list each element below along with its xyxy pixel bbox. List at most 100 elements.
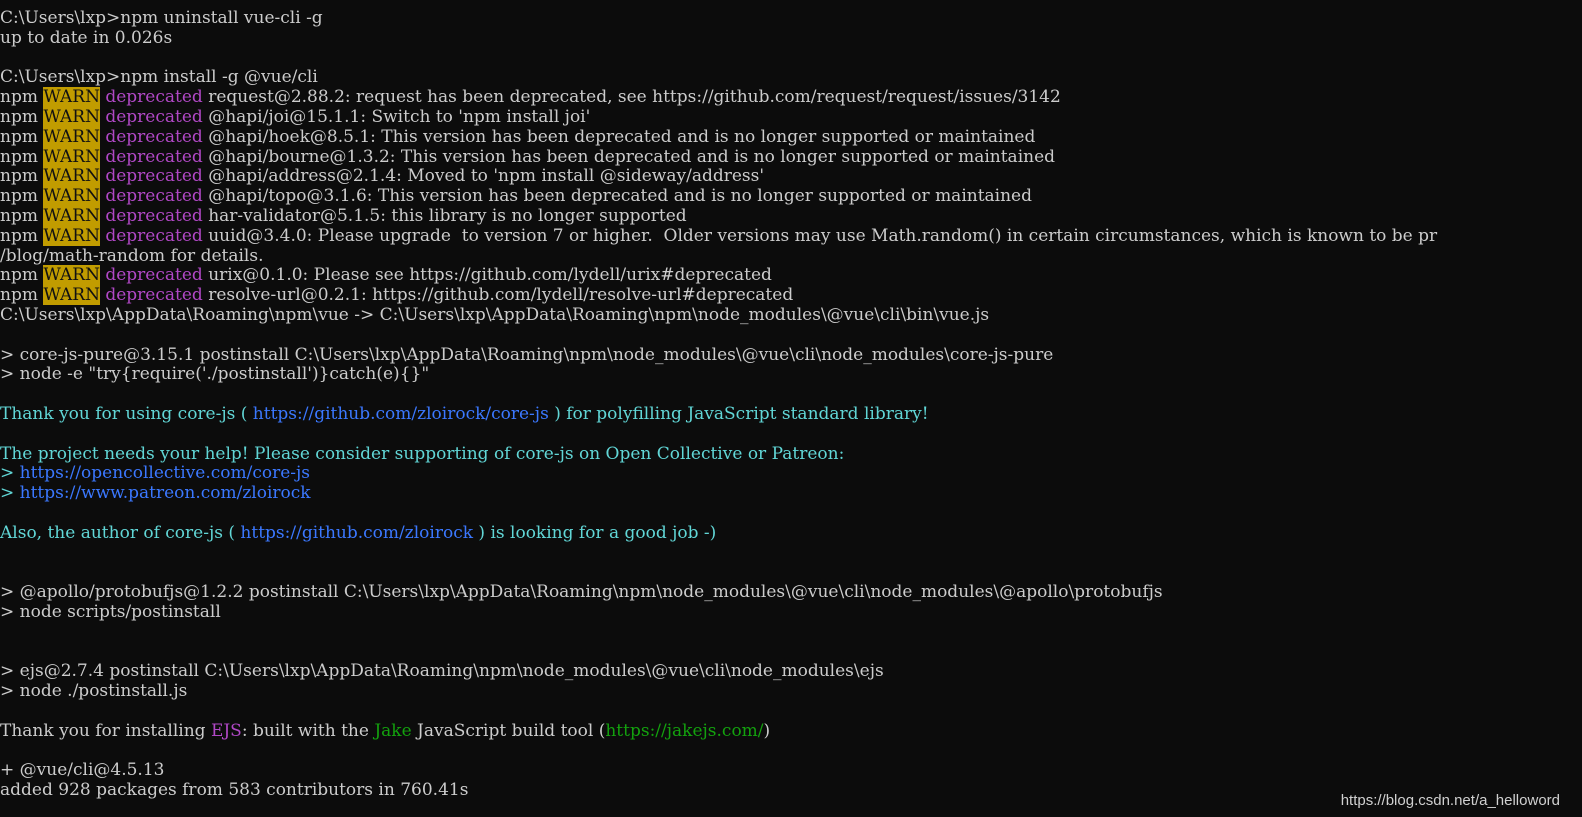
deprecated-label: deprecated [105,225,203,246]
terminal-line: Thank you for using core-js ( https://gi… [0,404,929,424]
terminal-text: @hapi/bourne@1.3.2: This version has bee… [202,146,1056,167]
warn-badge: WARN [43,166,100,187]
terminal-text: har-validator@5.1.5: this library is no … [202,206,687,226]
terminal-window[interactable]: C:\Users\lxp>npm uninstall vue-cli -g up … [0,0,1582,817]
terminal-line: > ejs@2.7.4 postinstall C:\Users\lxp\App… [0,661,884,681]
terminal-line: Also, the author of core-js ( https://gi… [0,523,716,543]
terminal-text: JavaScript build tool ( [411,720,606,741]
terminal-text: npm [0,146,44,167]
terminal-line: > https://opencollective.com/core-js [0,463,310,483]
terminal-text: @hapi/address@2.1.4: Moved to 'npm insta… [202,166,765,187]
terminal-text: @hapi/topo@3.1.6: This version has been … [202,186,1033,207]
terminal-line: npm WARN deprecated uuid@3.4.0: Please u… [0,225,1438,246]
terminal-text: > node scripts/postinstall [0,602,221,622]
terminal-line: > node scripts/postinstall [0,602,221,622]
terminal-text: npm [0,126,44,147]
terminal-text: npm [0,87,44,108]
terminal-line: npm WARN deprecated resolve-url@0.2.1: h… [0,285,794,306]
url-link[interactable]: https://opencollective.com/core-js [20,463,310,483]
terminal-text: npm [0,225,44,246]
terminal-line: npm WARN deprecated @hapi/topo@3.1.6: Th… [0,186,1033,207]
terminal-line: > node ./postinstall.js [0,681,187,701]
url-link[interactable]: https://github.com/zloirock/core-js [253,404,549,424]
terminal-text: Thank you for installing [0,720,211,741]
warn-badge: WARN [43,285,100,306]
terminal-text: /blog/math-random for details. [0,245,264,266]
terminal-text: @hapi/hoek@8.5.1: This version has been … [202,126,1036,147]
warn-badge: WARN [43,126,100,147]
terminal-line: npm WARN deprecated urix@0.1.0: Please s… [0,265,772,286]
deprecated-label: deprecated [105,166,203,187]
warn-badge: WARN [43,107,100,127]
warn-badge: WARN [43,225,100,246]
terminal-text: @hapi/joi@15.1.1: Switch to 'npm install… [202,107,591,127]
terminal-line: > core-js-pure@3.15.1 postinstall C:\Use… [0,345,1053,365]
terminal-text: up to date in 0.026s [0,27,173,48]
terminal-text: npm [0,265,44,286]
terminal-text: > node ./postinstall.js [0,681,188,702]
terminal-text: resolve-url@0.2.1: https://github.com/ly… [202,285,794,306]
jake-label: Jake [374,720,412,741]
terminal-text: ) [763,720,771,741]
terminal-text: C:\Users\lxp>npm uninstall vue-cli -g [0,8,323,28]
terminal-text: request@2.88.2: request has been depreca… [202,87,1061,108]
deprecated-label: deprecated [105,285,203,306]
terminal-text: npm [0,186,44,207]
terminal-text: The project needs your help! Please cons… [0,443,845,464]
terminal-text: Thank you for using core-js ( [0,404,253,424]
terminal-line: > node -e "try{require('./postinstall')}… [0,364,429,384]
url-link[interactable]: https://github.com/zloirock [240,523,473,543]
deprecated-label: deprecated [105,146,203,167]
warn-badge: WARN [43,146,100,167]
terminal-text: > node -e "try{require('./postinstall')}… [0,364,430,385]
terminal-line: C:\Users\lxp>npm uninstall vue-cli -g [0,8,323,28]
terminal-line: + @vue/cli@4.5.13 [0,760,164,780]
terminal-text: + @vue/cli@4.5.13 [0,760,165,781]
terminal-text: added 928 packages from 583 contributors… [0,780,469,801]
deprecated-label: deprecated [105,186,203,207]
terminal-line: npm WARN deprecated request@2.88.2: requ… [0,87,1061,108]
deprecated-label: deprecated [105,265,203,286]
jake-label: https://jakejs.com/ [605,720,764,741]
terminal-text: uuid@3.4.0: Please upgrade to version 7 … [202,225,1438,246]
terminal-line: up to date in 0.026s [0,28,172,48]
deprecated-label: deprecated [105,126,203,147]
warn-badge: WARN [43,186,100,207]
terminal-line: npm WARN deprecated @hapi/address@2.1.4:… [0,166,765,187]
deprecated-label: deprecated [105,107,203,127]
terminal-text: ) is looking for a good job -) [473,522,717,543]
ejs-label: EJS [210,720,242,741]
terminal-text: Also, the author of core-js ( [0,522,241,543]
terminal-line: npm WARN deprecated @hapi/bourne@1.3.2: … [0,146,1056,167]
terminal-text: npm [0,285,44,306]
terminal-text: > ejs@2.7.4 postinstall C:\Users\lxp\App… [0,661,884,682]
terminal-text: npm [0,107,44,127]
terminal-text: urix@0.1.0: Please see https://github.co… [202,265,772,286]
warn-badge: WARN [43,206,100,226]
terminal-text: npm [0,166,44,187]
deprecated-label: deprecated [105,87,203,108]
url-link[interactable]: https://www.patreon.com/zloirock [20,483,311,503]
terminal-text: ) for polyfilling JavaScript standard li… [548,404,929,424]
terminal-line: npm WARN deprecated @hapi/joi@15.1.1: Sw… [0,107,590,127]
terminal-text: C:\Users\lxp\AppData\Roaming\npm\vue -> … [0,305,990,325]
terminal-line: /blog/math-random for details. [0,246,264,266]
terminal-line: npm WARN deprecated har-validator@5.1.5:… [0,206,687,226]
terminal-text: > [0,483,20,504]
terminal-line: C:\Users\lxp>npm install -g @vue/cli [0,67,318,87]
terminal-line: > https://www.patreon.com/zloirock [0,483,311,503]
terminal-line: npm WARN deprecated @hapi/hoek@8.5.1: Th… [0,126,1036,147]
terminal-line: Thank you for installing EJS: built with… [0,721,770,741]
terminal-text: npm [0,206,44,226]
terminal-line: The project needs your help! Please cons… [0,444,844,464]
deprecated-label: deprecated [105,206,203,226]
watermark-text: https://blog.csdn.net/a_helloword [1340,792,1560,809]
warn-badge: WARN [43,265,100,286]
terminal-line: > @apollo/protobufjs@1.2.2 postinstall C… [0,582,1163,602]
terminal-line: added 928 packages from 583 contributors… [0,780,468,800]
terminal-text: C:\Users\lxp>npm install -g @vue/cli [0,67,318,88]
terminal-text: : built with the [241,720,375,741]
terminal-text: > core-js-pure@3.15.1 postinstall C:\Use… [0,344,1054,365]
terminal-text: > @apollo/protobufjs@1.2.2 postinstall C… [0,582,1163,603]
terminal-line: C:\Users\lxp\AppData\Roaming\npm\vue -> … [0,305,989,325]
